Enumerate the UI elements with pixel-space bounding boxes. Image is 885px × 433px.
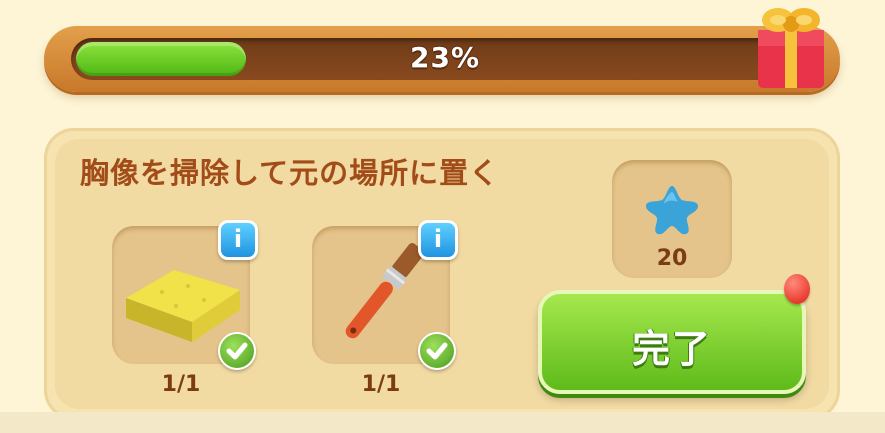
task-progress-bar: 23%	[44, 26, 840, 92]
info-button-sponge[interactable]: i	[218, 220, 258, 260]
gift-box-icon[interactable]	[752, 0, 830, 92]
bottom-strip	[0, 412, 885, 433]
task-title: 胸像を掃除して元の場所に置く	[80, 156, 500, 190]
info-button-paintbrush[interactable]: i	[418, 220, 458, 260]
checkmark-icon	[418, 332, 456, 370]
reward-amount: 20	[656, 246, 688, 271]
complete-button[interactable]: 完了	[538, 290, 806, 394]
progress-track: 23%	[71, 38, 819, 80]
tool-count-paintbrush: 1/1	[361, 372, 401, 397]
blue-star-icon	[646, 186, 698, 235]
complete-button-label: 完了	[631, 327, 712, 371]
progress-percent: 23%	[409, 41, 481, 74]
checkmark-icon	[218, 332, 256, 370]
notification-dot-icon	[784, 274, 810, 304]
tool-count-sponge: 1/1	[161, 372, 201, 397]
